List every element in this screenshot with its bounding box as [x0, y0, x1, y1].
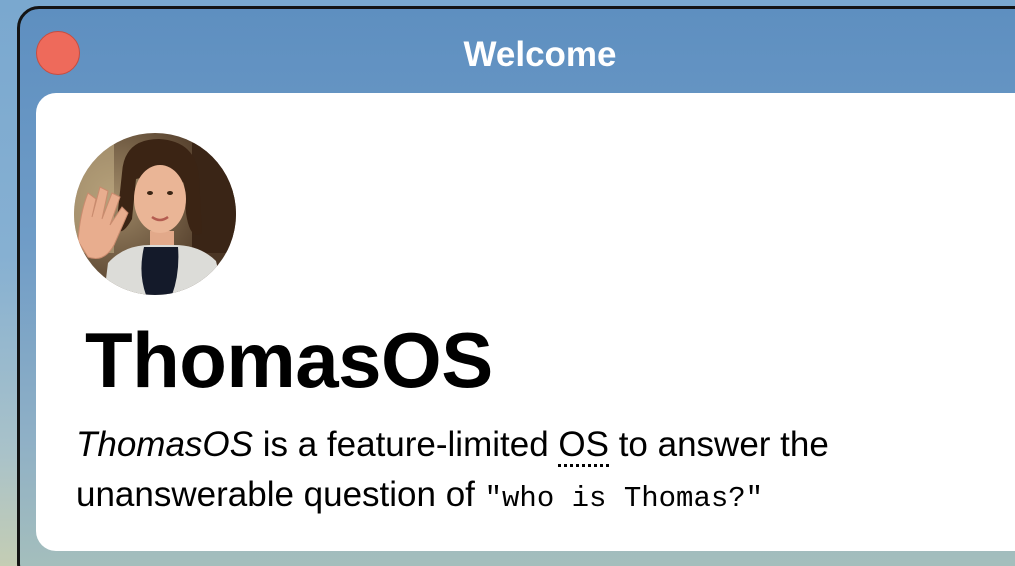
avatar-photo-icon [74, 133, 236, 295]
os-abbreviation[interactable]: OS [558, 425, 609, 467]
content-panel: ThomasOS ThomasOS is a feature-limited O… [36, 93, 1015, 551]
avatar [74, 133, 236, 295]
welcome-window: Welcome ThomasOS ThomasOS is a feature-l… [17, 6, 1015, 566]
page-title: ThomasOS [85, 316, 493, 404]
window-title: Welcome [463, 35, 617, 74]
description: ThomasOS is a feature-limited OS to answ… [76, 420, 996, 524]
question-code: "who is Thomas?" [484, 482, 764, 515]
description-emphasis: ThomasOS [76, 425, 253, 464]
description-text-1: is a feature-limited [253, 425, 559, 464]
